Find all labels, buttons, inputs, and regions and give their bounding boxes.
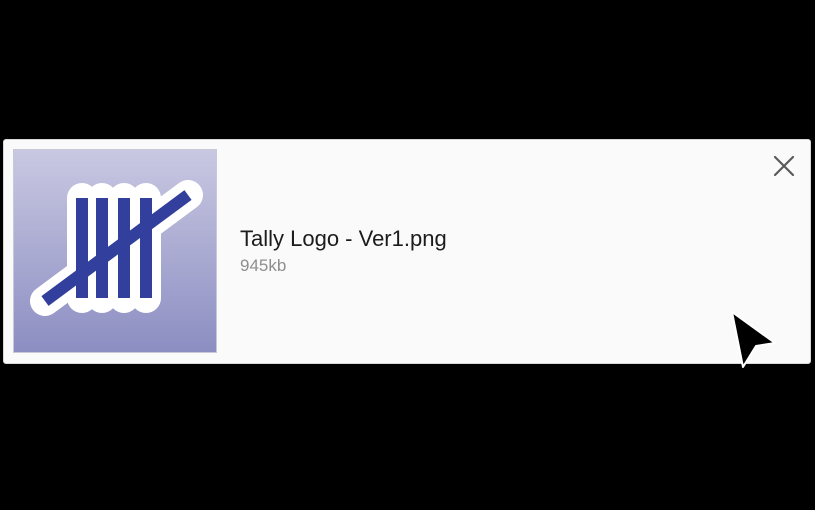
file-attachment-card[interactable]: Tally Logo - Ver1.png 945kb bbox=[3, 139, 811, 364]
file-thumbnail[interactable] bbox=[13, 149, 217, 353]
screen: Tally Logo - Ver1.png 945kb bbox=[0, 0, 815, 510]
close-icon bbox=[773, 155, 795, 177]
file-size: 945kb bbox=[240, 256, 287, 275]
file-info: Tally Logo - Ver1.png 945kb bbox=[240, 226, 447, 276]
file-name: Tally Logo - Ver1.png bbox=[240, 226, 447, 251]
tally-logo-icon bbox=[30, 180, 203, 316]
close-button[interactable] bbox=[770, 152, 798, 180]
